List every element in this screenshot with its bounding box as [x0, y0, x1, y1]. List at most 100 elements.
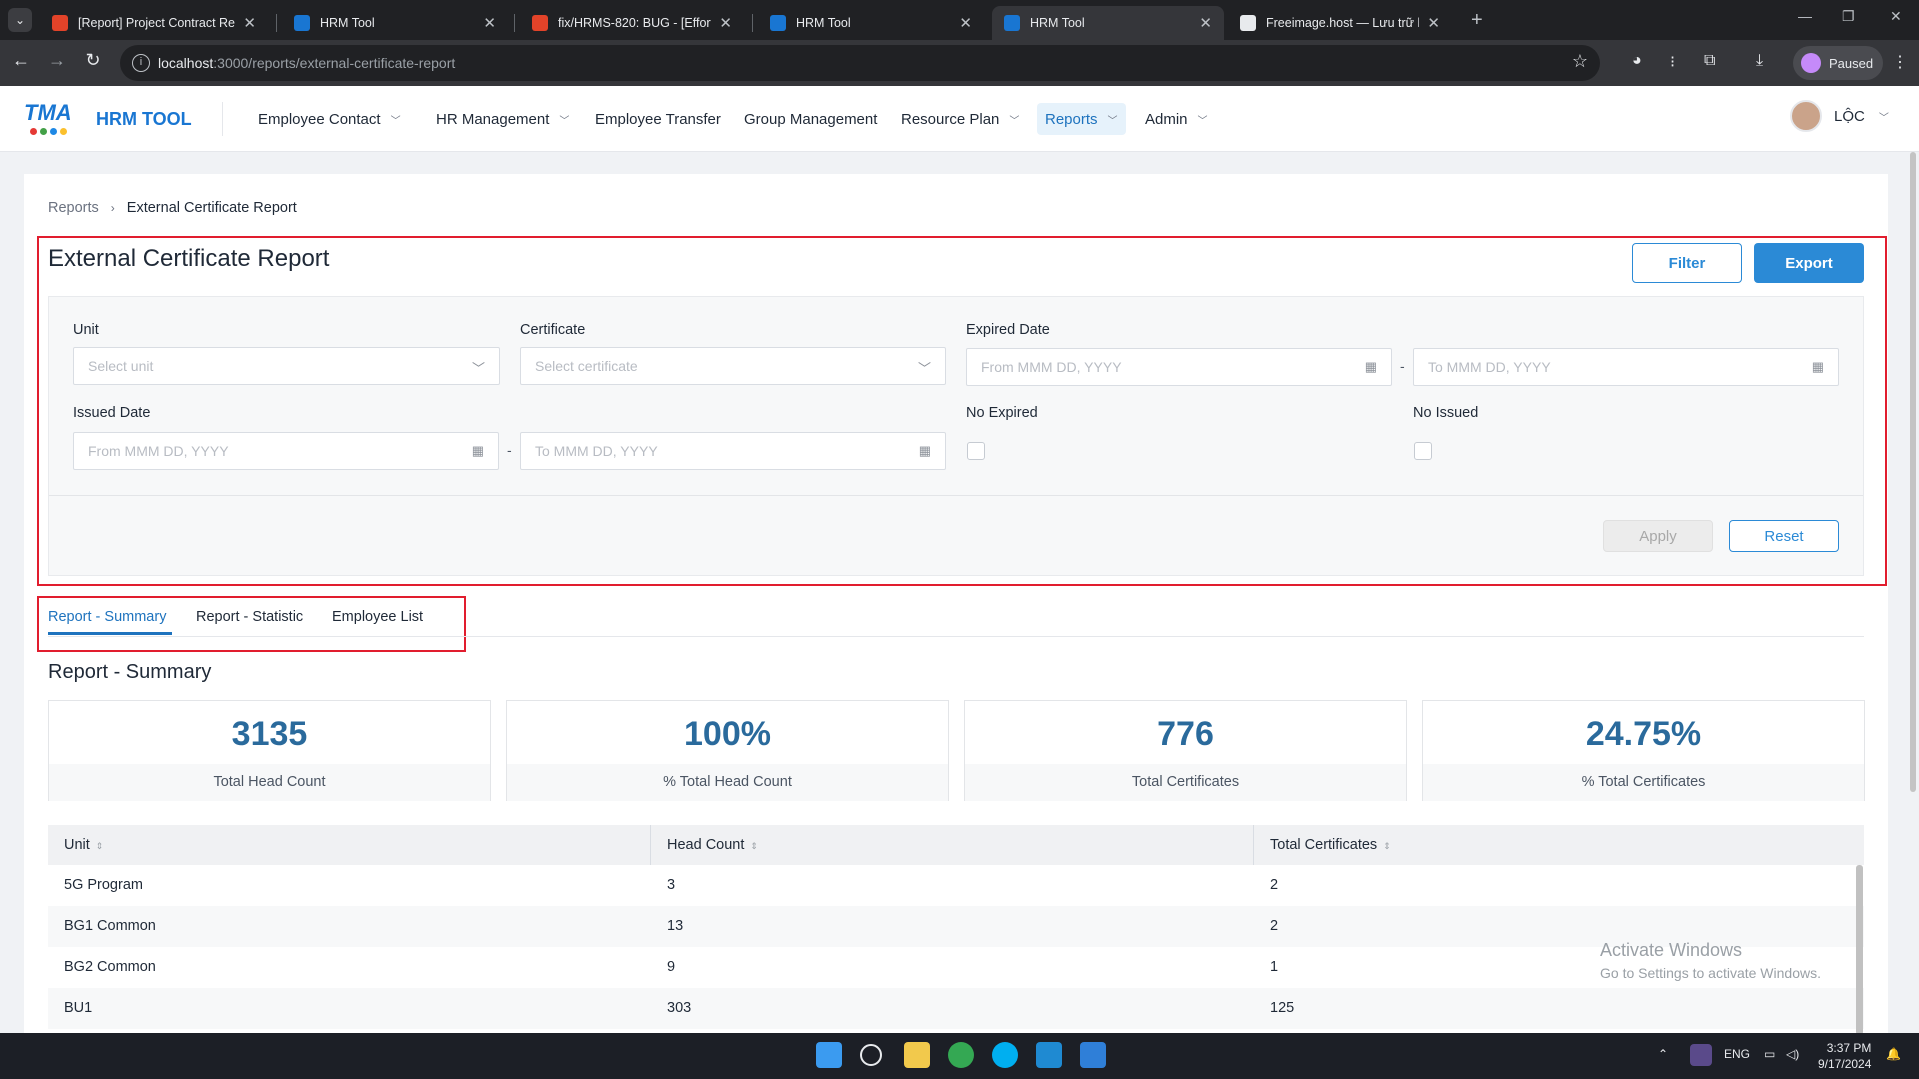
search-icon[interactable] — [860, 1044, 882, 1066]
browser-tab[interactable]: Freeimage.host — Lưu trữ hình ✕ — [1228, 6, 1452, 40]
snipping-tool-icon[interactable] — [1080, 1042, 1106, 1068]
reset-button[interactable]: Reset — [1729, 520, 1839, 552]
nav-group-management[interactable]: Group Management — [736, 103, 885, 135]
freeimage-favicon-icon — [1240, 15, 1256, 31]
sort-icon[interactable]: ⇕ — [1383, 841, 1391, 851]
date-range-separator: - — [1400, 358, 1405, 374]
column-header-head-count[interactable]: Head Count ⇕ — [667, 837, 758, 853]
browser-tab[interactable]: HRM Tool ✕ — [282, 6, 508, 40]
close-tab-icon[interactable]: ✕ — [1199, 14, 1212, 32]
calendar-icon: ▦ — [918, 443, 931, 458]
windows-start-icon[interactable] — [816, 1042, 842, 1068]
browser-menu-icon[interactable]: ⋮ — [1892, 52, 1908, 72]
nav-reports[interactable]: Reports ﹀ — [1037, 103, 1126, 135]
notification-bell-icon[interactable]: 🔔 — [1886, 1047, 1901, 1061]
section-title: Report - Summary — [48, 661, 212, 683]
extension-icon[interactable]: ◕ — [1632, 52, 1642, 70]
table-row[interactable]: BG2 Common 9 1 — [48, 947, 1864, 988]
app-name: HRM TOOL — [96, 108, 192, 129]
tab-search-chevron-icon[interactable]: ⌄ — [8, 8, 32, 32]
restore-icon[interactable]: ❐ — [1842, 8, 1855, 25]
input-language[interactable]: ENG — [1724, 1047, 1750, 1061]
browser-tab-active[interactable]: HRM Tool ✕ — [992, 6, 1224, 40]
calendar-icon: ▦ — [1811, 359, 1824, 374]
volume-icon[interactable]: ◁) — [1786, 1047, 1799, 1061]
nav-employee-contact[interactable]: Employee Contact ﹀ — [250, 103, 409, 135]
table-scrollbar[interactable] — [1856, 865, 1863, 1035]
apply-button[interactable]: Apply — [1603, 520, 1713, 552]
nav-admin[interactable]: Admin ﹀ — [1137, 103, 1216, 135]
site-info-icon[interactable]: i — [132, 54, 150, 72]
no-expired-checkbox[interactable] — [967, 442, 985, 460]
tab-employee-list[interactable]: Employee List — [332, 609, 423, 625]
close-tab-icon[interactable]: ✕ — [719, 14, 732, 32]
expired-date-label: Expired Date — [966, 322, 1050, 338]
table-header: Unit ⇕ Head Count ⇕ Total Certificates ⇕ — [48, 825, 1864, 865]
export-button[interactable]: Export — [1754, 243, 1864, 283]
expired-date-from-input[interactable]: From MMM DD, YYYY ▦ — [966, 348, 1392, 386]
tma-favicon-icon — [1004, 15, 1020, 31]
browser-tab-bar: ⌄ [Report] Project Contract Repor ✕ HRM … — [0, 0, 1919, 40]
profile-button[interactable]: Paused — [1793, 46, 1883, 80]
vscode-icon[interactable] — [1036, 1042, 1062, 1068]
file-explorer-icon[interactable] — [904, 1042, 930, 1068]
close-tab-icon[interactable]: ✕ — [243, 14, 256, 32]
breadcrumb-current: External Certificate Report — [126, 200, 297, 216]
column-header-unit[interactable]: Unit ⇕ — [64, 837, 103, 853]
close-tab-icon[interactable]: ✕ — [1427, 14, 1440, 32]
active-tab-indicator — [48, 632, 172, 635]
nav-employee-transfer[interactable]: Employee Transfer — [587, 103, 729, 135]
skype-icon[interactable] — [992, 1042, 1018, 1068]
table-row[interactable]: BG1 Common 13 2 — [48, 906, 1864, 947]
nav-resource-plan[interactable]: Resource Plan ﹀ — [893, 103, 1027, 135]
address-bar[interactable]: i localhost:3000/reports/external-certif… — [120, 45, 1600, 81]
close-tab-icon[interactable]: ✕ — [959, 14, 972, 32]
close-window-icon[interactable]: ✕ — [1890, 8, 1902, 25]
column-header-total-certificates[interactable]: Total Certificates ⇕ — [1270, 837, 1391, 853]
forward-icon[interactable]: → — [44, 50, 70, 71]
issued-date-to-input[interactable]: To MMM DD, YYYY ▦ — [520, 432, 946, 470]
browser-tab[interactable]: [Report] Project Contract Repor ✕ — [40, 6, 268, 40]
issued-date-from-input[interactable]: From MMM DD, YYYY ▦ — [73, 432, 499, 470]
certificate-select[interactable]: Select certificate ﹀ — [520, 347, 946, 385]
back-icon[interactable]: ← — [8, 50, 34, 71]
pen-icon[interactable] — [1690, 1044, 1712, 1066]
filter-button[interactable]: Filter — [1632, 243, 1742, 283]
system-clock[interactable]: 3:37 PM 9/17/2024 — [1818, 1040, 1871, 1072]
stat-card-total-head-count: 3135 Total Head Count — [48, 700, 491, 801]
page-scrollbar[interactable] — [1910, 152, 1916, 792]
gitlab-favicon-icon — [532, 15, 548, 31]
minimize-icon[interactable]: — — [1798, 8, 1812, 24]
chevron-up-icon[interactable]: ⌃ — [1658, 1047, 1668, 1061]
user-menu[interactable]: LỘC ﹀ — [1790, 100, 1889, 132]
app-header: TMA HRM TOOL Employee Contact ﹀ HR Manage… — [0, 86, 1919, 152]
unit-select[interactable]: Select unit ﹀ — [73, 347, 500, 385]
close-tab-icon[interactable]: ✕ — [483, 14, 496, 32]
reload-icon[interactable]: ↻ — [80, 50, 106, 71]
no-issued-checkbox[interactable] — [1414, 442, 1432, 460]
sort-icon[interactable]: ⇕ — [96, 841, 104, 851]
tab-report-statistic[interactable]: Report - Statistic — [196, 609, 303, 625]
no-issued-label: No Issued — [1413, 405, 1479, 421]
network-icon[interactable]: ▭ — [1764, 1047, 1775, 1061]
tab-report-summary[interactable]: Report - Summary — [48, 609, 166, 625]
browser-tab[interactable]: fix/HRMS-820: BUG - [Effort All ✕ — [520, 6, 744, 40]
nav-hr-management[interactable]: HR Management ﹀ — [428, 103, 577, 135]
bookmark-star-icon[interactable]: ☆ — [1572, 51, 1588, 72]
expired-date-to-input[interactable]: To MMM DD, YYYY ▦ — [1413, 348, 1839, 386]
new-tab-icon[interactable]: + — [1471, 9, 1483, 32]
sort-icon[interactable]: ⇕ — [750, 841, 758, 851]
browser-tab[interactable]: HRM Tool ✕ — [758, 6, 984, 40]
chevron-down-icon: ﹀ — [1197, 115, 1208, 127]
extension-icon[interactable]: ⁝ — [1670, 52, 1675, 72]
download-icon[interactable]: ⤓ — [1756, 52, 1763, 70]
date-range-separator: - — [507, 442, 512, 458]
extensions-puzzle-icon[interactable]: ⧉ — [1704, 52, 1715, 70]
app-logo[interactable]: TMA HRM TOOL — [24, 100, 192, 136]
chrome-icon[interactable] — [948, 1042, 974, 1068]
table-row[interactable]: BU1 303 125 — [48, 988, 1864, 1029]
windows-activation-watermark: Activate Windows Go to Settings to activ… — [1600, 940, 1821, 981]
tma-logo-icon: TMA — [24, 100, 84, 136]
breadcrumb-reports[interactable]: Reports — [48, 200, 99, 216]
table-row[interactable]: 5G Program 3 2 — [48, 865, 1864, 906]
